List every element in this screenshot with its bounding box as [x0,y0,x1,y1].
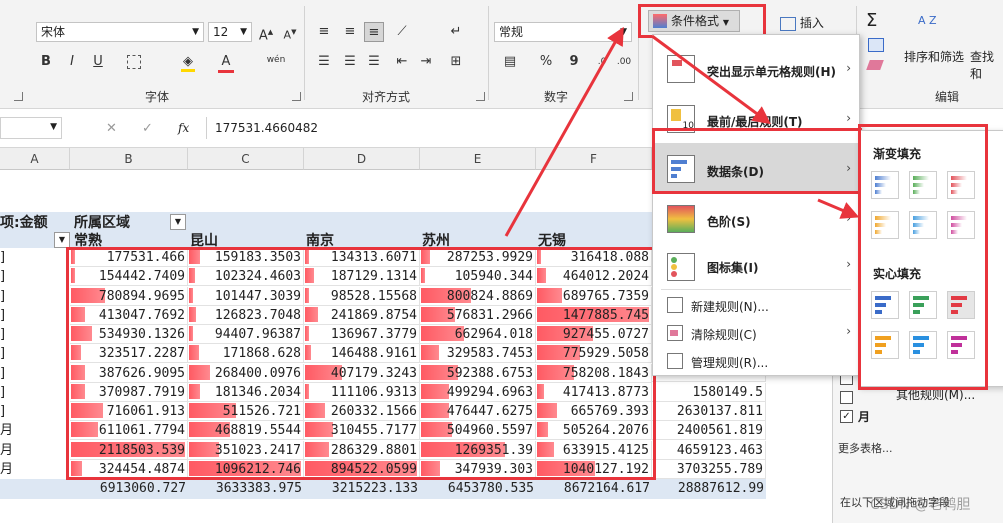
arrow-to-data-bars [651,34,771,125]
arrow-to-button [504,26,624,237]
arrow-to-submenu [817,198,860,219]
annotation-arrows [504,26,860,237]
